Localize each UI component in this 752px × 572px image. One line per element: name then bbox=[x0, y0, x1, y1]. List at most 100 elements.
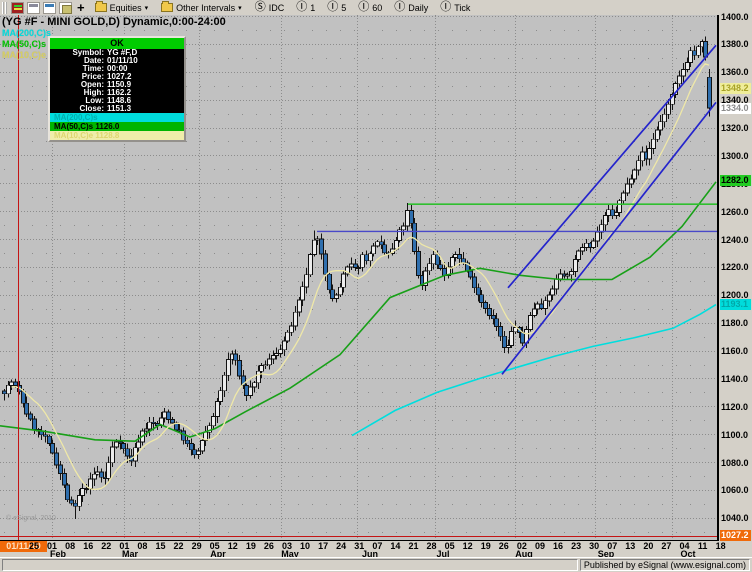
y-axis-label: 1120.0 bbox=[721, 402, 748, 412]
interval-label: Tick bbox=[454, 3, 470, 13]
week-label: 11 bbox=[698, 541, 708, 551]
ma200-line bbox=[352, 305, 716, 436]
week-label: 16 bbox=[83, 541, 93, 551]
quote-board-icon[interactable] bbox=[11, 2, 24, 14]
price-tag: 1348.2 bbox=[720, 83, 751, 94]
circled-letter-icon: Ⓘ bbox=[296, 2, 307, 13]
status-bar: Published by eSignal (www.esignal.com) bbox=[0, 557, 752, 572]
time-axis[interactable]: 01/11/10 2501081622010815222905121926031… bbox=[0, 541, 752, 557]
price-tag: 1334.0 bbox=[720, 103, 751, 114]
week-label: 26 bbox=[499, 541, 509, 551]
week-label: 20 bbox=[643, 541, 653, 551]
data-window-rows: Symbol:YG #F,DDate:01/11/10Time:00:00Pri… bbox=[50, 49, 184, 140]
properties-icon[interactable] bbox=[59, 2, 72, 14]
chevron-down-icon: ▾ bbox=[238, 4, 242, 12]
chevron-down-icon: ▾ bbox=[145, 4, 149, 12]
trend-channel-lower[interactable] bbox=[502, 102, 716, 374]
week-label: 15 bbox=[155, 541, 165, 551]
week-label: 23 bbox=[571, 541, 581, 551]
data-window[interactable]: OK Symbol:YG #F,DDate:01/11/10Time:00:00… bbox=[48, 36, 186, 142]
y-axis-label: 1300.0 bbox=[721, 151, 749, 161]
data-window-ma-row: MA(50,C)s 1126.0 bbox=[50, 122, 184, 131]
week-label: 08 bbox=[65, 541, 75, 551]
data-window-row: Close:1151.3 bbox=[50, 105, 184, 113]
week-label: 18 bbox=[716, 541, 726, 551]
add-symbol-button[interactable]: + bbox=[75, 3, 87, 13]
other-intervals-dropdown[interactable]: Other Intervals ▾ bbox=[156, 1, 247, 15]
week-label: 14 bbox=[390, 541, 400, 551]
week-label: 12 bbox=[228, 541, 238, 551]
week-label: 25 bbox=[29, 541, 39, 551]
y-axis-label: 1380.0 bbox=[721, 39, 749, 49]
y-axis-label: 1100.0 bbox=[721, 430, 748, 440]
week-label: 19 bbox=[246, 541, 256, 551]
y-axis-label: 1160.0 bbox=[721, 346, 748, 356]
y-axis-label: 1140.0 bbox=[721, 374, 748, 384]
week-label: 22 bbox=[174, 541, 184, 551]
equities-dropdown[interactable]: Equities ▾ bbox=[90, 1, 154, 15]
price-tag: 1027.2 bbox=[720, 530, 751, 541]
y-axis-label: 1080.0 bbox=[721, 458, 749, 468]
circled-letter-icon: Ⓘ bbox=[394, 2, 405, 13]
y-axis-label: 1060.0 bbox=[721, 485, 749, 495]
interval-button-60[interactable]: Ⓘ60 bbox=[353, 0, 387, 15]
week-label: 19 bbox=[481, 541, 491, 551]
folder-icon bbox=[95, 3, 107, 12]
toolbar-grip[interactable] bbox=[2, 2, 7, 14]
week-label: 12 bbox=[463, 541, 473, 551]
week-label: 13 bbox=[625, 541, 635, 551]
price-tag: 1193.1 bbox=[720, 299, 751, 310]
y-axis-label: 1360.0 bbox=[721, 67, 749, 77]
published-note: Published by eSignal (www.esignal.com) bbox=[580, 559, 750, 571]
ma200-label: MA(200,C)s bbox=[2, 28, 51, 38]
interval-label: 5 bbox=[341, 3, 346, 13]
data-window-ma-row: MA(200,C)s bbox=[50, 113, 184, 122]
ma10-label: MA(10,C)e bbox=[2, 50, 46, 60]
week-label: 09 bbox=[535, 541, 545, 551]
week-label: 10 bbox=[300, 541, 310, 551]
interval-button-5[interactable]: Ⓘ5 bbox=[322, 0, 351, 15]
week-label: 08 bbox=[137, 541, 147, 551]
week-label: 16 bbox=[553, 541, 563, 551]
interval-label: IDC bbox=[269, 3, 285, 13]
interval-buttons: ⓈIDCⒾ1Ⓘ5Ⓘ60ⒾDailyⒾTick bbox=[250, 0, 476, 15]
crosshair-date-tag: 01/11/10 bbox=[0, 541, 47, 552]
week-label: 27 bbox=[661, 541, 671, 551]
y-axis-label: 1040.0 bbox=[721, 513, 749, 523]
circled-letter-icon: Ⓘ bbox=[327, 2, 338, 13]
price-tag: 1282.0 bbox=[720, 175, 751, 186]
interval-button-tick[interactable]: ⒾTick bbox=[435, 0, 475, 15]
equities-label: Equities bbox=[110, 3, 142, 13]
week-label: 24 bbox=[336, 541, 346, 551]
duplicate-window-icon[interactable] bbox=[43, 2, 56, 14]
interval-button-1[interactable]: Ⓘ1 bbox=[291, 0, 320, 15]
toolbar: + Equities ▾ Other Intervals ▾ ⓈIDCⒾ1Ⓘ5Ⓘ… bbox=[0, 0, 752, 15]
chart-title: (YG #F - MINI GOLD,D) Dynamic,0:00-24:00 bbox=[2, 16, 226, 28]
circled-letter-icon: Ⓘ bbox=[440, 2, 451, 13]
interval-label: 60 bbox=[372, 3, 382, 13]
new-window-icon[interactable] bbox=[27, 2, 40, 14]
price-axis[interactable]: 1400.01380.01360.01340.01320.01300.01280… bbox=[718, 15, 752, 541]
y-axis-label: 1240.0 bbox=[721, 235, 749, 245]
ma50-label: MA(50,C)s bbox=[2, 39, 46, 49]
y-axis-label: 1180.0 bbox=[721, 318, 748, 328]
circled-letter-icon: Ⓢ bbox=[255, 2, 266, 13]
esignal-window: + Equities ▾ Other Intervals ▾ ⓈIDCⒾ1Ⓘ5Ⓘ… bbox=[0, 0, 752, 572]
other-intervals-label: Other Intervals bbox=[176, 3, 235, 13]
circled-letter-icon: Ⓘ bbox=[358, 2, 369, 13]
week-label: 26 bbox=[264, 541, 274, 551]
data-window-ma-row: MA(10,C)e 1128.8 bbox=[50, 131, 184, 140]
trend-channel-upper[interactable] bbox=[508, 45, 716, 287]
interval-button-daily[interactable]: ⒾDaily bbox=[389, 0, 433, 15]
copyright-note: © eSignal, 2010 bbox=[6, 515, 56, 522]
y-axis-label: 1220.0 bbox=[721, 262, 749, 272]
week-label: 17 bbox=[318, 541, 328, 551]
interval-label: 1 bbox=[310, 3, 315, 13]
y-axis-label: 1400.0 bbox=[721, 12, 749, 22]
folder-icon bbox=[161, 3, 173, 12]
interval-button-idc[interactable]: ⓈIDC bbox=[250, 0, 290, 15]
week-label: 22 bbox=[101, 541, 111, 551]
chart-panel[interactable]: (YG #F - MINI GOLD,D) Dynamic,0:00-24:00… bbox=[0, 15, 718, 541]
y-axis-label: 1320.0 bbox=[721, 123, 749, 133]
week-label: 28 bbox=[427, 541, 437, 551]
